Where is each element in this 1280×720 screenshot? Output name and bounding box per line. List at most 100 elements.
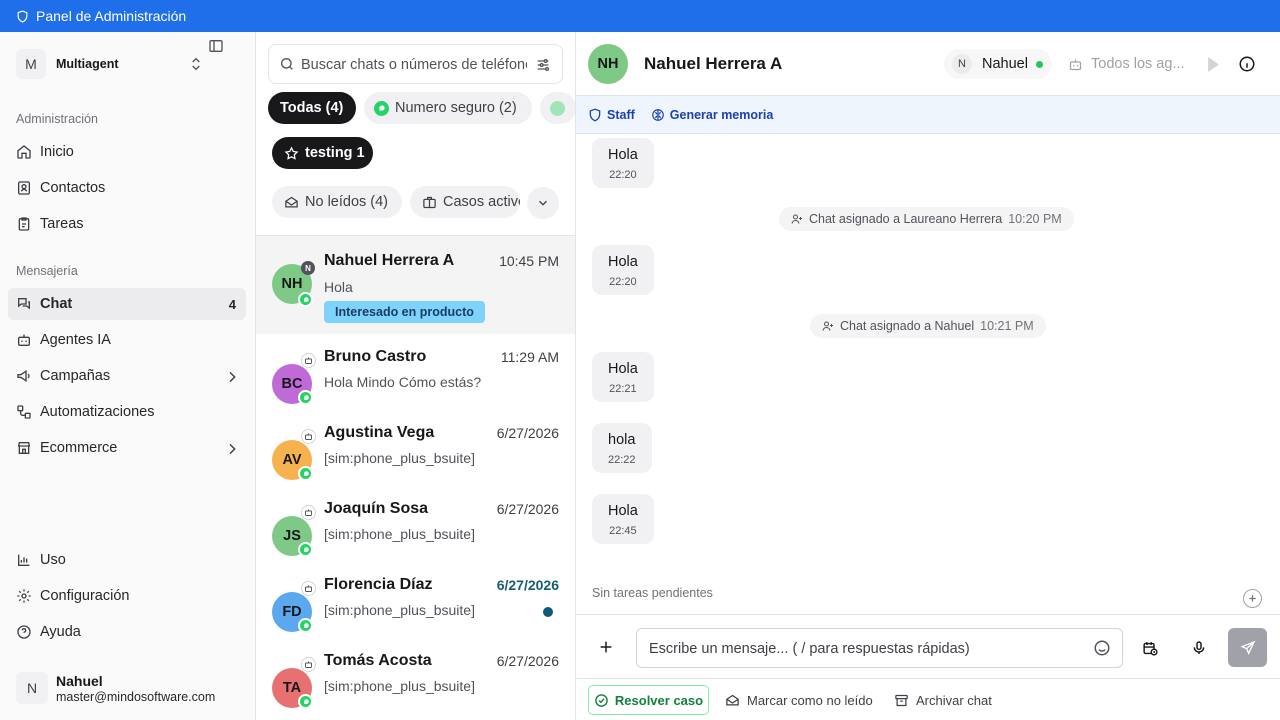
chat-list-item[interactable]: AV Agustina Vega 6/27/2026 [sim:phone_pl… [256, 410, 575, 486]
emoji-icon[interactable] [1093, 639, 1111, 657]
message-time: 22:22 [608, 454, 636, 466]
chat-list-item[interactable]: FD Florencia Díaz 6/27/2026 [sim:phone_p… [256, 562, 575, 638]
more-filters-button[interactable] [527, 187, 559, 219]
message-input[interactable] [649, 638, 1079, 660]
filter-label: Casos activos [443, 194, 520, 210]
briefcase-icon [422, 195, 437, 210]
help-icon [16, 624, 32, 640]
search-input[interactable] [301, 54, 527, 76]
chat-preview: Hola [324, 279, 353, 295]
mark-unread-button[interactable]: Marcar como no leído [725, 685, 873, 715]
sidebar-item-contactos[interactable]: Contactos [8, 172, 246, 204]
home-icon [16, 144, 32, 160]
all-agents-label: Todos los ag... [1091, 56, 1185, 72]
sidebar-item-tareas[interactable]: Tareas [8, 208, 246, 240]
chat-list-item[interactable]: NH N Nahuel Herrera A 10:45 PM Hola Inte… [256, 236, 575, 334]
chat-list-item[interactable]: JS Joaquín Sosa 6/27/2026 [sim:phone_plu… [256, 486, 575, 562]
workspace-switcher[interactable]: M Multiagent [16, 49, 246, 79]
generate-memory-button[interactable]: Generar memoria [651, 107, 774, 122]
message-text: hola [608, 432, 636, 448]
sidebar-item-label: Automatizaciones [40, 404, 155, 420]
filter-todas[interactable]: Todas (4) [268, 92, 356, 124]
filter-label: Todas (4) [280, 100, 344, 116]
memory-label: Generar memoria [669, 107, 774, 122]
whatsapp-icon [298, 466, 313, 481]
sidebar-toggle-icon[interactable] [208, 38, 224, 54]
schedule-message-icon[interactable] [1142, 640, 1159, 657]
chat-time: 11:29 AM [500, 349, 559, 365]
sidebar-item-inicio[interactable]: Inicio [8, 136, 246, 168]
chat-list-item[interactable]: BC Bruno Castro 11:29 AM Hola Mindo Cómo… [256, 334, 575, 410]
chat-preview: [sim:phone_plus_bsuite] [324, 602, 475, 618]
message-text: Hola [608, 503, 638, 519]
message-time: 22:20 [609, 169, 637, 181]
user-profile[interactable]: N Nahuel master@mindosoftware.com [16, 668, 248, 708]
send-button[interactable] [1228, 628, 1267, 667]
staff-toolbar: Staff Generar memoria [576, 96, 1280, 134]
sidebar-item-label: Contactos [40, 180, 106, 196]
message-input-box[interactable] [636, 628, 1123, 668]
check-circle-icon [594, 693, 609, 708]
plus-icon [1247, 593, 1258, 604]
chat-preview: [sim:phone_plus_bsuite] [324, 526, 475, 542]
chat-name: Florencia Díaz [324, 576, 433, 593]
filter-casos-activos[interactable]: Casos activos [410, 186, 520, 218]
sidebar-item-ecommerce[interactable]: Ecommerce [8, 432, 246, 464]
sidebar-item-agentes-ia[interactable]: Agentes IA [8, 324, 246, 356]
sidebar-item-campanas[interactable]: Campañas [8, 360, 246, 392]
sidebar-item-uso[interactable]: Uso [8, 544, 246, 576]
filter-more-clipped[interactable] [540, 92, 575, 124]
chat-list-item[interactable]: TA Tomás Acosta 6/27/2026 [sim:phone_plu… [256, 638, 575, 714]
all-agents-selector[interactable]: Todos los ag... [1068, 49, 1219, 79]
add-task-button[interactable] [1243, 589, 1262, 608]
archive-icon [894, 693, 909, 708]
chat-time: 6/27/2026 [496, 501, 559, 517]
chat-list-panel: Todas (4) Numero seguro (2) testing 1 No… [256, 32, 576, 720]
user-assign-icon [822, 320, 834, 332]
chat-name: Nahuel Herrera A [324, 252, 455, 269]
whatsapp-icon [298, 292, 313, 307]
sidebar-item-ayuda[interactable]: Ayuda [8, 616, 246, 648]
pending-tasks-text: Sin tareas pendientes [592, 586, 713, 600]
conversation-header: NH Nahuel Herrera A N Nahuel Todos los a… [576, 32, 1280, 96]
star-icon [284, 145, 299, 161]
whatsapp-icon [298, 390, 313, 405]
play-icon[interactable] [1206, 57, 1219, 72]
archive-chat-button[interactable]: Archivar chat [894, 685, 992, 715]
sidebar-item-label: Uso [40, 552, 66, 568]
agent-avatar: N [952, 54, 972, 74]
chat-name: Tomás Acosta [324, 652, 432, 669]
assigned-agent-pill[interactable]: N Nahuel [944, 49, 1052, 79]
message-text: Hola [608, 254, 638, 270]
message-text: Hola [608, 147, 638, 163]
admin-topbar: Panel de Administración [0, 0, 1280, 32]
resolve-case-button[interactable]: Resolver caso [588, 685, 709, 715]
filter-label: No leídos (4) [305, 194, 389, 210]
chat-time: 6/27/2026 [496, 425, 559, 441]
sidebar: M Multiagent Administración Inicio Conta… [0, 32, 256, 720]
microphone-icon[interactable] [1191, 640, 1207, 656]
online-status-dot [1035, 60, 1043, 68]
filter-sliders-icon[interactable] [535, 57, 551, 73]
chat-name: Bruno Castro [324, 348, 427, 365]
search-box[interactable] [268, 44, 563, 84]
shield-icon [588, 107, 602, 122]
chevron-updown-icon[interactable] [188, 56, 204, 72]
sidebar-item-chat[interactable]: Chat 4 [8, 288, 246, 320]
filter-testing[interactable]: testing 1 [272, 137, 373, 169]
filter-no-leidos[interactable]: No leídos (4) [272, 186, 402, 218]
user-assign-icon [791, 213, 803, 225]
sidebar-item-automatizaciones[interactable]: Automatizaciones [8, 396, 246, 428]
staff-button[interactable]: Staff [588, 108, 635, 122]
system-message-text: Chat asignado a Nahuel [840, 319, 975, 333]
message-time: 22:21 [609, 383, 637, 395]
search-icon [279, 56, 295, 72]
filter-numero-seguro[interactable]: Numero seguro (2) [364, 92, 532, 124]
chat-time: 10:45 PM [499, 253, 559, 269]
sidebar-item-configuracion[interactable]: Configuración [8, 580, 246, 612]
info-icon[interactable] [1238, 55, 1256, 73]
chat-name: Joaquín Sosa [324, 500, 429, 517]
contact-name[interactable]: Nahuel Herrera A [644, 54, 782, 74]
plus-icon[interactable] [598, 639, 614, 655]
chat-preview: Hola Mindo Cómo estás? [324, 374, 482, 390]
